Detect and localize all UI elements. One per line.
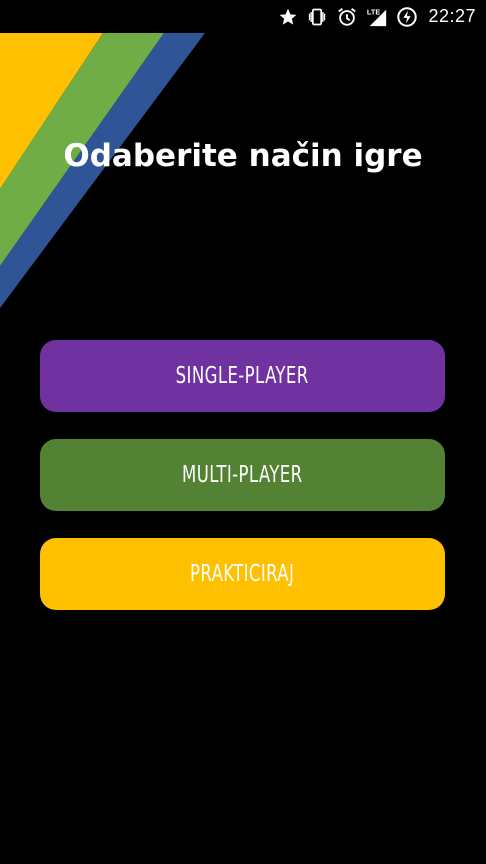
practice-button[interactable]: PRAKTICIRAJ — [40, 538, 445, 610]
page-title: Odaberite način igre — [63, 138, 423, 174]
battery-charging-icon — [396, 6, 418, 28]
single-player-label: SINGLE-PLAYER — [175, 363, 310, 389]
star-icon — [278, 7, 298, 27]
multi-player-button[interactable]: MULTI-PLAYER — [40, 439, 445, 511]
alarm-icon — [336, 6, 358, 28]
lte-signal-icon: LTE — [366, 6, 388, 28]
practice-label: PRAKTICIRAJ — [190, 561, 295, 587]
single-player-button[interactable]: SINGLE-PLAYER — [40, 340, 445, 412]
multi-player-label: MULTI-PLAYER — [182, 462, 303, 488]
status-icons: LTE 22:27 — [278, 0, 476, 33]
status-time: 22:27 — [428, 6, 476, 26]
lte-label: LTE — [367, 7, 380, 16]
vibrate-icon — [306, 7, 328, 27]
status-bar: LTE 22:27 — [0, 0, 486, 33]
